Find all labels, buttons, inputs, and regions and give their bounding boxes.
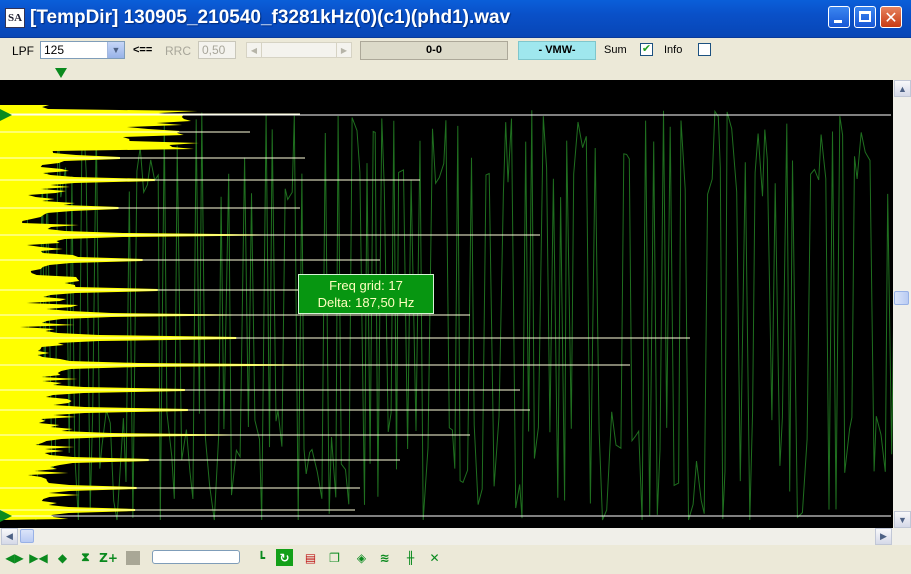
spectrum-plot[interactable]: Freq grid: 17 Delta: 187,50 Hz — [0, 80, 893, 528]
top-toolbar: LPF 125 ▼ <== RRC 0,50 ◀ ▶ 0-0 - VMW- Su… — [0, 38, 911, 64]
progress-field — [152, 550, 240, 564]
rrc-label: RRC — [165, 44, 191, 58]
title-bar: SA [TempDir] 130905_210540_f3281kHz(0)(c… — [0, 0, 911, 38]
position-marker-icon[interactable] — [55, 68, 67, 78]
stop-icon[interactable] — [124, 549, 141, 566]
zoom-plus-icon[interactable]: Z+ — [99, 549, 118, 566]
rrc-input[interactable]: 0,50 — [198, 41, 236, 59]
waveform-icon[interactable]: ≋ — [376, 549, 393, 566]
checkmark-icon: ✔ — [641, 43, 652, 55]
position-ruler[interactable] — [0, 64, 911, 80]
close-icon: ✕ — [884, 7, 898, 27]
baseline-icon[interactable]: ┗ — [253, 549, 270, 566]
info-checkbox[interactable] — [698, 43, 711, 56]
expand-horizontal-icon[interactable]: ◀▶ — [5, 549, 23, 566]
info-label: Info — [664, 44, 683, 56]
spectrum-canvas — [0, 105, 893, 522]
cross-icon[interactable]: ✕ — [426, 549, 443, 566]
chevron-left-icon[interactable]: ◀ — [247, 43, 262, 57]
tooltip-delta: Delta: 187,50 Hz — [317, 295, 415, 310]
clipboard-icon[interactable]: ▤ — [302, 549, 319, 566]
freq-grid-tooltip: Freq grid: 17 Delta: 187,50 Hz — [298, 274, 434, 314]
close-button[interactable]: ✕ — [880, 6, 902, 28]
scroll-up-icon[interactable]: ▲ — [894, 80, 911, 97]
maximize-button[interactable] — [854, 6, 876, 28]
sum-label: Sum — [604, 44, 627, 56]
lpf-label: LPF — [12, 44, 35, 58]
chevron-down-icon[interactable]: ▼ — [107, 42, 124, 58]
scroll-left-icon[interactable]: ◀ — [1, 528, 18, 545]
lpf-select[interactable]: 125 ▼ — [40, 41, 125, 59]
copy-icon[interactable]: ❐ — [326, 549, 343, 566]
vertical-scroll-thumb[interactable] — [894, 291, 909, 305]
apply-arrow-label: <== — [133, 44, 153, 56]
vertical-scrollbar[interactable]: ▲ ▼ — [893, 80, 911, 528]
grid-icon[interactable]: ╫ — [402, 549, 419, 566]
shrink-vertical-icon[interactable]: ⧗ — [77, 549, 94, 566]
shrink-horizontal-icon[interactable]: ▶◀ — [29, 549, 47, 566]
expand-vertical-icon[interactable]: ◆ — [54, 549, 71, 566]
bottom-toolbar: ◀▶ ▶◀ ◆ ⧗ Z+ ┗ ↻ ▤ ❐ ◈ ≋ ╫ ✕ — [0, 545, 911, 574]
app-icon[interactable]: SA — [5, 8, 25, 28]
sum-checkbox[interactable]: ✔ — [640, 43, 653, 56]
tooltip-freq-grid: Freq grid: 17 — [329, 278, 403, 293]
minimize-button[interactable] — [828, 6, 850, 28]
marker-icon[interactable]: ◈ — [353, 549, 370, 566]
refresh-icon[interactable]: ↻ — [276, 549, 293, 566]
scroll-right-icon[interactable]: ▶ — [875, 528, 892, 545]
scroll-down-icon[interactable]: ▼ — [894, 511, 911, 528]
rrc-slider[interactable]: ◀ ▶ — [246, 42, 352, 58]
chevron-right-icon[interactable]: ▶ — [336, 43, 351, 57]
horizontal-scrollbar[interactable]: ◀ ▶ — [0, 528, 911, 545]
horizontal-scroll-thumb[interactable] — [20, 529, 34, 543]
mode-display: - VMW- — [518, 41, 596, 60]
status-display: 0-0 — [360, 41, 508, 60]
lpf-value: 125 — [44, 43, 65, 57]
window-title: [TempDir] 130905_210540_f3281kHz(0)(c1)(… — [30, 7, 511, 28]
